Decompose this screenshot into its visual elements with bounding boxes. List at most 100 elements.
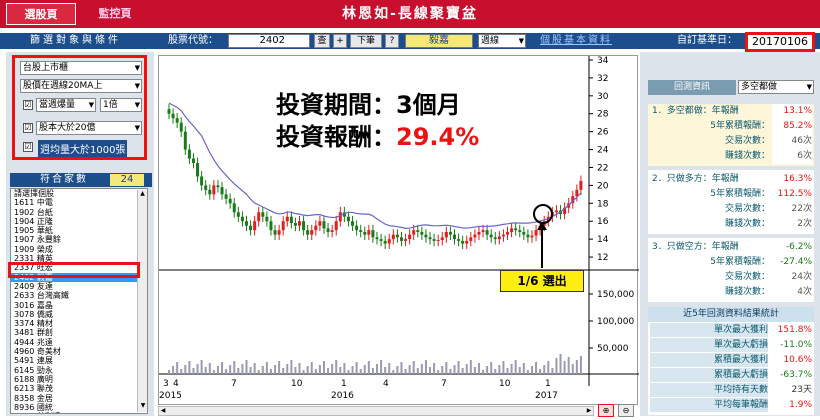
candle-body [522,231,526,235]
candle-body [501,234,505,237]
download-button[interactable]: 下筆 [350,34,382,48]
volume-bar [343,363,346,374]
candle-body [371,230,375,238]
list-item[interactable]: 1904 正隆 [11,217,147,226]
candle-body [363,231,367,235]
help-button[interactable]: ? [385,34,399,48]
strategy-select[interactable]: 多空都做 ▼ [738,80,814,94]
price-tick-label: 12 [597,253,608,263]
query-button[interactable]: 查 [314,34,330,48]
candle-body [330,230,334,232]
volume-bar [408,365,411,374]
candle-body [228,198,232,204]
list-item[interactable]: 9914 美利達 [11,412,147,413]
candle-body [465,240,469,244]
candle-body [473,234,477,238]
candle-body [452,234,456,240]
chart-scrollbar[interactable]: ◀ ▶ [158,406,594,416]
stock-code-input[interactable]: 2402 [228,34,310,48]
candle-body [351,221,355,226]
add-button[interactable]: + [333,34,347,48]
scroll-up-icon[interactable]: ▲ [138,190,147,200]
candle-body [408,234,412,240]
list-item[interactable]: 5491 連展 [11,356,147,365]
basic-info-link[interactable]: 個股基本資料 [540,33,612,49]
list-item[interactable]: 6145 勁永 [11,366,147,375]
volume-bar [396,366,399,374]
volume-bar [477,363,480,374]
candle-body [244,221,248,226]
year-tick-label: 2015 [159,391,182,401]
list-item[interactable]: 1909 榮成 [11,245,147,254]
list-item[interactable]: 3481 群創 [11,328,147,337]
list-item[interactable]: 6213 聯茂 [11,384,147,393]
scroll-down-icon[interactable]: ▼ [138,402,148,412]
volume-bar [457,361,460,374]
tab-stock-select[interactable]: 選股頁 [6,3,76,25]
list-item[interactable]: 6188 廣明 [11,375,147,384]
zoom-out-icon[interactable]: ⊖ [618,404,634,417]
volume-bar [547,361,550,374]
candle-body [302,221,306,231]
period-select[interactable]: 週線 ▼ [478,34,526,48]
volume-bar [388,363,391,374]
list-scrollbar[interactable]: ▲ ▼ [137,190,147,412]
s3-wins-label: 賺錢次數： [724,287,770,297]
arrow-up-icon [537,222,547,230]
volume-bar [196,364,199,374]
list-item[interactable]: 4944 兆遠 [11,338,147,347]
scroll-left-icon[interactable]: ◀ [159,407,167,415]
volume-bar [469,360,472,374]
volume-bar [335,360,338,374]
list-item[interactable]: 2409 友達 [11,282,147,291]
volume-bar [490,362,493,374]
volume-bar [416,368,419,374]
volume-bar [245,360,248,374]
volume-bar [502,361,505,374]
volume-bar [376,364,378,374]
stock-list[interactable]: 請選擇個股 1611 中電 1902 台紙 1904 正隆 1905 華紙 1907 永… [10,188,148,414]
list-item[interactable]: 1902 台紙 [11,208,147,217]
s2-annual: 16.3% [772,172,812,187]
period-annotation: 投資期間：3個月 [276,91,461,119]
candle-body [383,240,387,244]
candle-body [440,237,444,241]
volume-bar [555,358,558,374]
base-date-input[interactable]: 20170106 [745,32,815,52]
month-tick-label: 3 [163,379,169,389]
volume-bar [412,361,415,374]
volume-tick-label: 100,000 [597,317,634,327]
volume-bar [575,360,578,374]
candle-body [391,234,395,240]
volume-bar [363,365,366,374]
list-item[interactable]: 4960 奇美材 [11,347,147,356]
list-item[interactable]: 1611 中電 [11,198,147,207]
volume-bar [229,365,232,374]
list-item[interactable]: 2633 台灣高鐵 [11,291,147,300]
candle-body [359,230,363,232]
list-item[interactable]: 3016 嘉晶 [11,301,147,310]
candle-body [326,228,330,232]
s1-wins-label: 賺錢次數： [724,151,770,161]
candle-body [489,234,493,238]
return-value: 29.4% [396,123,480,151]
candle-body [204,185,208,190]
tab-monitor[interactable]: 監控頁 [80,3,150,25]
volume-bar [188,361,191,374]
list-item[interactable]: 3078 僑威 [11,310,147,319]
zoom-in-icon[interactable]: ⊕ [598,404,614,417]
list-item[interactable]: 1907 永豐餘 [11,235,147,244]
scroll-right-icon[interactable]: ▶ [585,407,593,415]
volume-bar [212,370,215,374]
list-item[interactable]: 8936 國統 [11,403,147,412]
volume-bar [579,356,582,374]
selected-highlight [8,262,140,278]
volume-bar [282,368,285,374]
stock-name-display: 毅嘉 [405,34,473,48]
stock-code-label: 股票代號： [168,35,218,46]
candle-body [293,223,297,226]
list-item[interactable]: 8358 金居 [11,394,147,403]
volume-bar [506,368,509,374]
s1-trades-label: 交易次數： [724,136,770,146]
candle-body [448,231,452,235]
